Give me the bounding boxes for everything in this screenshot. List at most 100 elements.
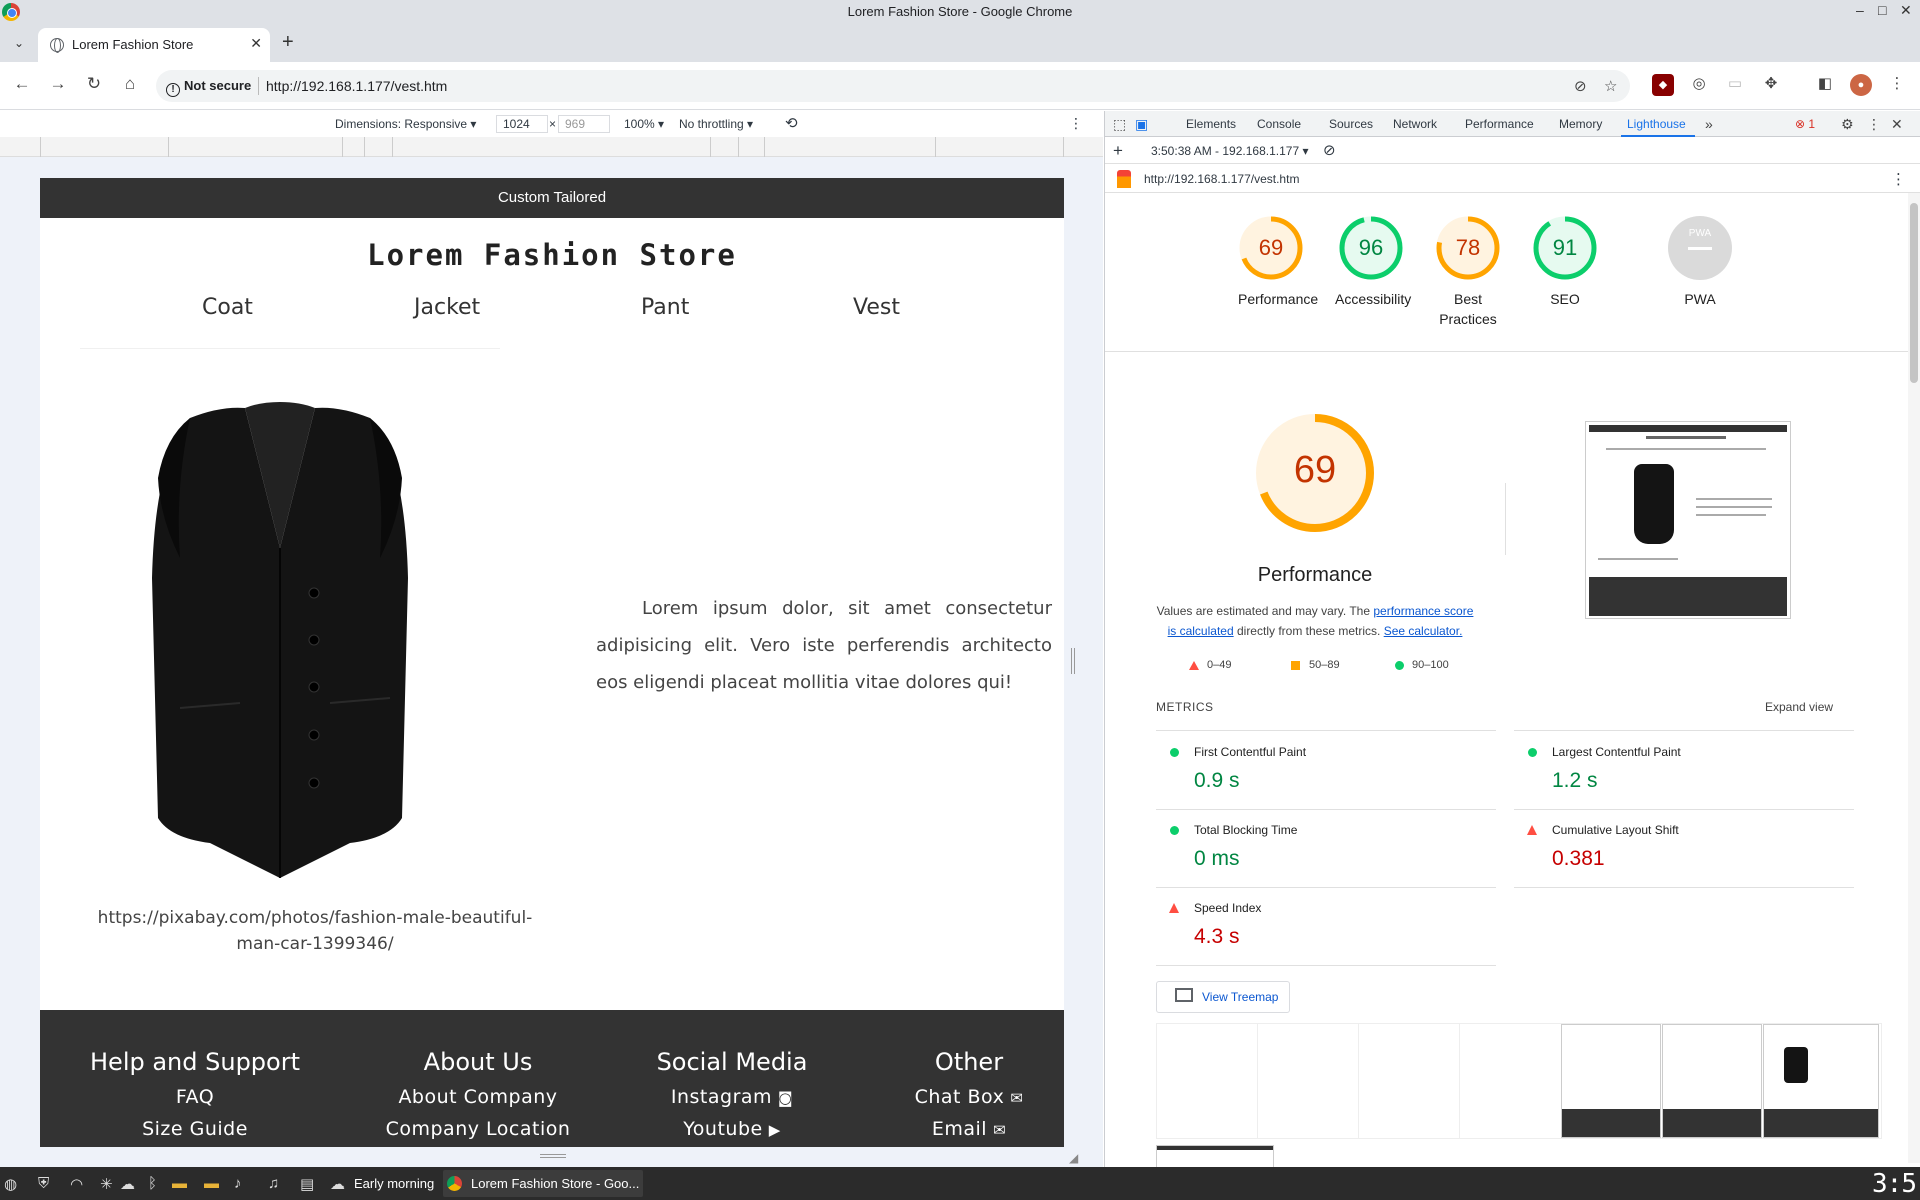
footer-link-email[interactable]: Email ✉ — [898, 1118, 1040, 1140]
report-scrollbar-thumb[interactable] — [1910, 203, 1918, 383]
close-window-button[interactable]: ✕ — [1900, 2, 1912, 19]
nav-pant[interactable]: Pant — [641, 295, 689, 320]
nav-coat[interactable]: Coat — [202, 295, 253, 320]
performance-note: Values are estimated and may vary. The p… — [1155, 601, 1475, 641]
inspect-element-icon[interactable]: ⬚ — [1113, 116, 1126, 133]
chrome-menu-icon[interactable]: ⋮ — [1886, 74, 1908, 96]
gauge-performance[interactable]: 69 Performance — [1238, 215, 1318, 309]
close-devtools-icon[interactable]: ✕ — [1891, 116, 1903, 133]
view-treemap-button[interactable]: View Treemap — [1156, 981, 1290, 1013]
viewport-resize-handle-right[interactable] — [1071, 648, 1075, 674]
gauge-pwa[interactable]: PWA PWA — [1667, 215, 1733, 309]
bluetooth-icon[interactable]: ᛒ — [148, 1175, 157, 1192]
width-input[interactable]: 1024 — [496, 115, 548, 133]
new-tab-button[interactable]: + — [282, 32, 294, 52]
shield-icon[interactable]: ⛨ — [38, 1175, 49, 1192]
tab-memory[interactable]: Memory — [1559, 117, 1602, 131]
bell-icon[interactable]: ♫ — [268, 1175, 279, 1192]
address-bar[interactable]: ! Not secure http://192.168.1.177/vest.ht… — [156, 70, 1630, 102]
tab-lighthouse[interactable]: Lighthouse — [1627, 117, 1686, 131]
new-report-icon[interactable]: + — [1113, 141, 1123, 161]
device-more-icon[interactable]: ⋮ — [1069, 115, 1083, 132]
gauge-seo[interactable]: 91 SEO — [1532, 215, 1598, 309]
volume-icon[interactable]: ♪ — [234, 1175, 242, 1192]
back-button[interactable]: ← — [10, 74, 34, 94]
minimize-button[interactable]: – — [1856, 2, 1864, 18]
footer-link-company-location[interactable]: Company Location — [378, 1118, 578, 1140]
cloud-icon[interactable]: ☁ — [120, 1175, 135, 1193]
tab-console[interactable]: Console — [1257, 117, 1301, 131]
footer-link-youtube[interactable]: Youtube ▶ — [650, 1118, 814, 1140]
folder-icon[interactable]: ▬ — [172, 1175, 187, 1192]
rotate-icon[interactable]: ⟲ — [785, 114, 798, 132]
taskbar-chrome-window[interactable]: Lorem Fashion Store - Goo... — [443, 1170, 643, 1197]
expand-view-link[interactable]: Expand view — [1765, 700, 1833, 714]
footer-link-size-guide[interactable]: Size Guide — [85, 1118, 305, 1140]
report-menu-icon[interactable]: ⋮ — [1891, 170, 1906, 188]
puzzle-icon[interactable]: ✥ — [1760, 74, 1782, 96]
start-menu-icon[interactable]: ◍ — [4, 1175, 17, 1193]
lighthouse-toolbar: + 3:50:38 AM - 192.168.1.177 ▾ ⊘ — [1105, 138, 1920, 164]
site-info-button[interactable]: ! Not secure — [166, 78, 251, 97]
promo-banner: Custom Tailored — [40, 178, 1064, 218]
tab-lorem-fashion-store[interactable]: Lorem Fashion Store ✕ — [38, 28, 270, 62]
email-icon: ✉ — [993, 1121, 1007, 1139]
files-icon[interactable]: ▬ — [204, 1175, 219, 1192]
network-icon[interactable]: ✳ — [100, 1175, 113, 1193]
close-tab-icon[interactable]: ✕ — [250, 35, 262, 52]
url-text[interactable]: http://192.168.1.177/vest.htm — [266, 78, 447, 94]
maximize-button[interactable]: □ — [1878, 2, 1886, 18]
reload-button[interactable]: ↻ — [82, 74, 106, 94]
footer-link-instagram[interactable]: Instagram ◙ — [650, 1086, 814, 1108]
footer-other-heading: Other — [934, 1048, 1004, 1076]
media-query-ruler — [0, 137, 1103, 157]
throttling-select[interactable]: No throttling ▾ — [679, 117, 753, 131]
footer-link-about-company[interactable]: About Company — [378, 1086, 578, 1108]
zoom-select[interactable]: 100% ▾ — [624, 117, 664, 131]
wifi-icon[interactable]: ◠ — [70, 1175, 83, 1193]
report-selector[interactable]: 3:50:38 AM - 192.168.1.177 ▾ — [1151, 144, 1308, 158]
score-legend: 0–49 50–89 90–100 — [1185, 658, 1485, 676]
viewport-resize-corner[interactable]: ◢ — [1069, 1151, 1078, 1165]
chat-box-label: Chat Box — [914, 1086, 1005, 1108]
ublock-icon[interactable]: ◆ — [1652, 74, 1674, 96]
height-input[interactable]: 969 — [558, 115, 610, 133]
device-toolbar-icon[interactable]: ▣ — [1135, 116, 1148, 133]
report-url[interactable]: http://192.168.1.177/vest.htm — [1144, 172, 1299, 186]
gauge-best-practices[interactable]: 78 Best Practices — [1435, 215, 1501, 329]
error-count-badge[interactable]: ⊗ 1 — [1795, 117, 1815, 131]
settings-gear-icon[interactable]: ⚙ — [1841, 116, 1854, 133]
clipboard-icon[interactable]: ▤ — [300, 1175, 314, 1193]
gauge-accessibility-label: Accessibility — [1335, 291, 1412, 307]
tab-performance[interactable]: Performance — [1465, 117, 1534, 131]
see-calculator-link[interactable]: See calculator. — [1384, 624, 1463, 638]
viewport-resize-handle-bottom[interactable] — [540, 1154, 566, 1158]
footer-link-faq[interactable]: FAQ — [85, 1086, 305, 1108]
tab-network[interactable]: Network — [1393, 117, 1437, 131]
tab-search-button[interactable]: ⌄ — [8, 32, 30, 54]
footer-link-chat-box[interactable]: Chat Box ✉ — [898, 1086, 1040, 1108]
footer-help-heading: Help and Support — [90, 1048, 300, 1076]
performance-big-gauge: 69 — [1255, 413, 1375, 533]
profile-avatar[interactable]: ● — [1850, 74, 1872, 96]
bookmark-star-icon[interactable]: ☆ — [1604, 77, 1617, 95]
home-button[interactable]: ⌂ — [118, 74, 142, 94]
gauge-accessibility[interactable]: 96 Accessibility — [1335, 215, 1412, 309]
more-tabs-icon[interactable]: » — [1705, 116, 1713, 132]
eye-slash-icon[interactable]: ⊘ — [1574, 77, 1587, 95]
tab-elements[interactable]: Elements — [1186, 117, 1236, 131]
final-screenshot-thumbnail[interactable] — [1585, 421, 1791, 619]
dimensions-select[interactable]: Dimensions: Responsive ▾ — [335, 117, 476, 131]
metrics-heading: METRICS — [1156, 700, 1214, 714]
extension-icon[interactable]: ◎ — [1688, 74, 1710, 96]
tab-sources[interactable]: Sources — [1329, 117, 1373, 131]
forward-button[interactable]: → — [46, 74, 70, 94]
clear-reports-icon[interactable]: ⊘ — [1323, 141, 1336, 159]
side-panel-icon[interactable]: ◧ — [1814, 74, 1836, 96]
devtools-menu-icon[interactable]: ⋮ — [1867, 116, 1881, 133]
image-credit[interactable]: https://pixabay.com/photos/fashion-male-… — [85, 905, 545, 957]
report-scrollbar[interactable] — [1908, 193, 1920, 1163]
nav-vest[interactable]: Vest — [853, 295, 900, 320]
extension-placeholder-icon[interactable]: ▭ — [1724, 74, 1746, 96]
nav-jacket[interactable]: Jacket — [414, 295, 480, 320]
